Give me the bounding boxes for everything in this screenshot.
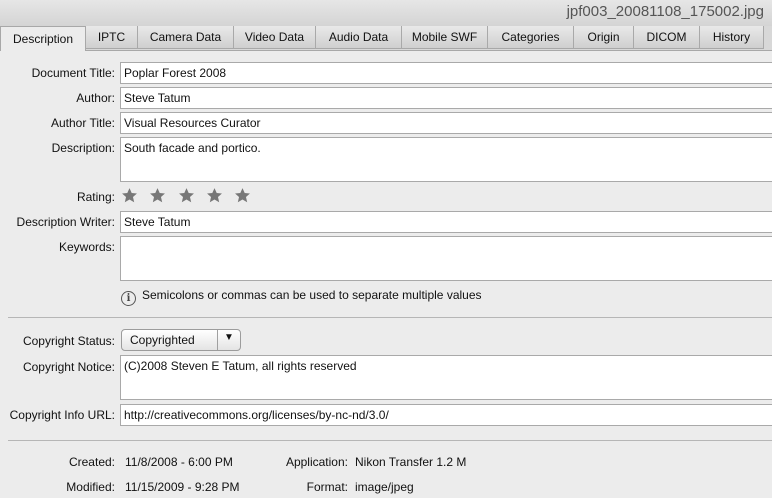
star-icon[interactable] [121, 187, 146, 205]
created-label: Created: [68, 455, 115, 469]
copyright-url-label: Copyright Info URL: [9, 408, 115, 422]
title-bar: jpf003_20081108_175002.jpg [0, 0, 772, 26]
tab-camera-data[interactable]: Camera Data [138, 26, 234, 49]
application-value: Nikon Transfer 1.2 M [355, 455, 467, 469]
tab-history[interactable]: History [700, 26, 764, 49]
description-label: Description: [51, 141, 115, 155]
dropdown-arrow: ▼ [217, 330, 240, 350]
modified-value: 11/15/2009 - 9:28 PM [125, 480, 240, 494]
tab-description[interactable]: Description [0, 26, 86, 51]
created-value: 11/8/2008 - 6:00 PM [125, 455, 233, 469]
author-title-label: Author Title: [50, 116, 115, 130]
copyright-notice-label: Copyright Notice: [22, 360, 115, 374]
tab-iptc[interactable]: IPTC [86, 26, 138, 49]
author-label: Author: [76, 91, 115, 105]
window-title: jpf003_20081108_175002.jpg [566, 3, 764, 20]
format-value: image/jpeg [355, 480, 414, 494]
tab-categories[interactable]: Categories [488, 26, 574, 49]
description-field[interactable]: South facade and portico. [120, 137, 772, 182]
tab-dicom[interactable]: DICOM [634, 26, 700, 49]
document-title-field[interactable]: Poplar Forest 2008 [120, 62, 772, 84]
tab-origin[interactable]: Origin [574, 26, 634, 49]
section-divider [8, 317, 772, 318]
application-label: Application: [285, 455, 348, 469]
tab-video-data[interactable]: Video Data [234, 26, 316, 49]
tab-bar: Description IPTC Camera Data Video Data … [0, 26, 772, 51]
keywords-label: Keywords: [58, 240, 115, 254]
star-icon[interactable] [178, 187, 203, 205]
keywords-hint-text: Semicolons or commas can be used to sepa… [142, 288, 482, 302]
tab-audio-data[interactable]: Audio Data [316, 26, 402, 49]
description-writer-label: Description Writer: [16, 215, 115, 229]
author-title-field[interactable]: Visual Resources Curator [120, 112, 772, 134]
rating-stars [121, 187, 259, 205]
document-title-label: Document Title: [31, 66, 115, 80]
keywords-field[interactable] [120, 236, 772, 281]
chevron-down-icon: ▼ [224, 332, 234, 343]
star-icon[interactable] [234, 187, 259, 205]
description-writer-field[interactable]: Steve Tatum [120, 211, 772, 233]
copyright-status-value: Copyrighted [130, 333, 195, 347]
rating-label: Rating: [76, 190, 115, 204]
copyright-notice-field[interactable]: (C)2008 Steven E Tatum, all rights reser… [120, 355, 772, 400]
star-icon[interactable] [206, 187, 231, 205]
keywords-hint: i Semicolons or commas can be used to sep… [121, 288, 482, 306]
author-field[interactable]: Steve Tatum [120, 87, 772, 109]
copyright-status-select[interactable]: Copyrighted ▼ [121, 329, 241, 351]
format-label: Format: [306, 480, 348, 494]
copyright-url-field[interactable]: http://creativecommons.org/licenses/by-n… [120, 404, 772, 426]
copyright-status-label: Copyright Status: [22, 334, 115, 348]
star-icon[interactable] [149, 187, 174, 205]
info-icon: i [121, 291, 136, 306]
section-divider [8, 440, 772, 441]
modified-label: Modified: [66, 480, 115, 494]
tab-mobile-swf[interactable]: Mobile SWF [402, 26, 488, 49]
